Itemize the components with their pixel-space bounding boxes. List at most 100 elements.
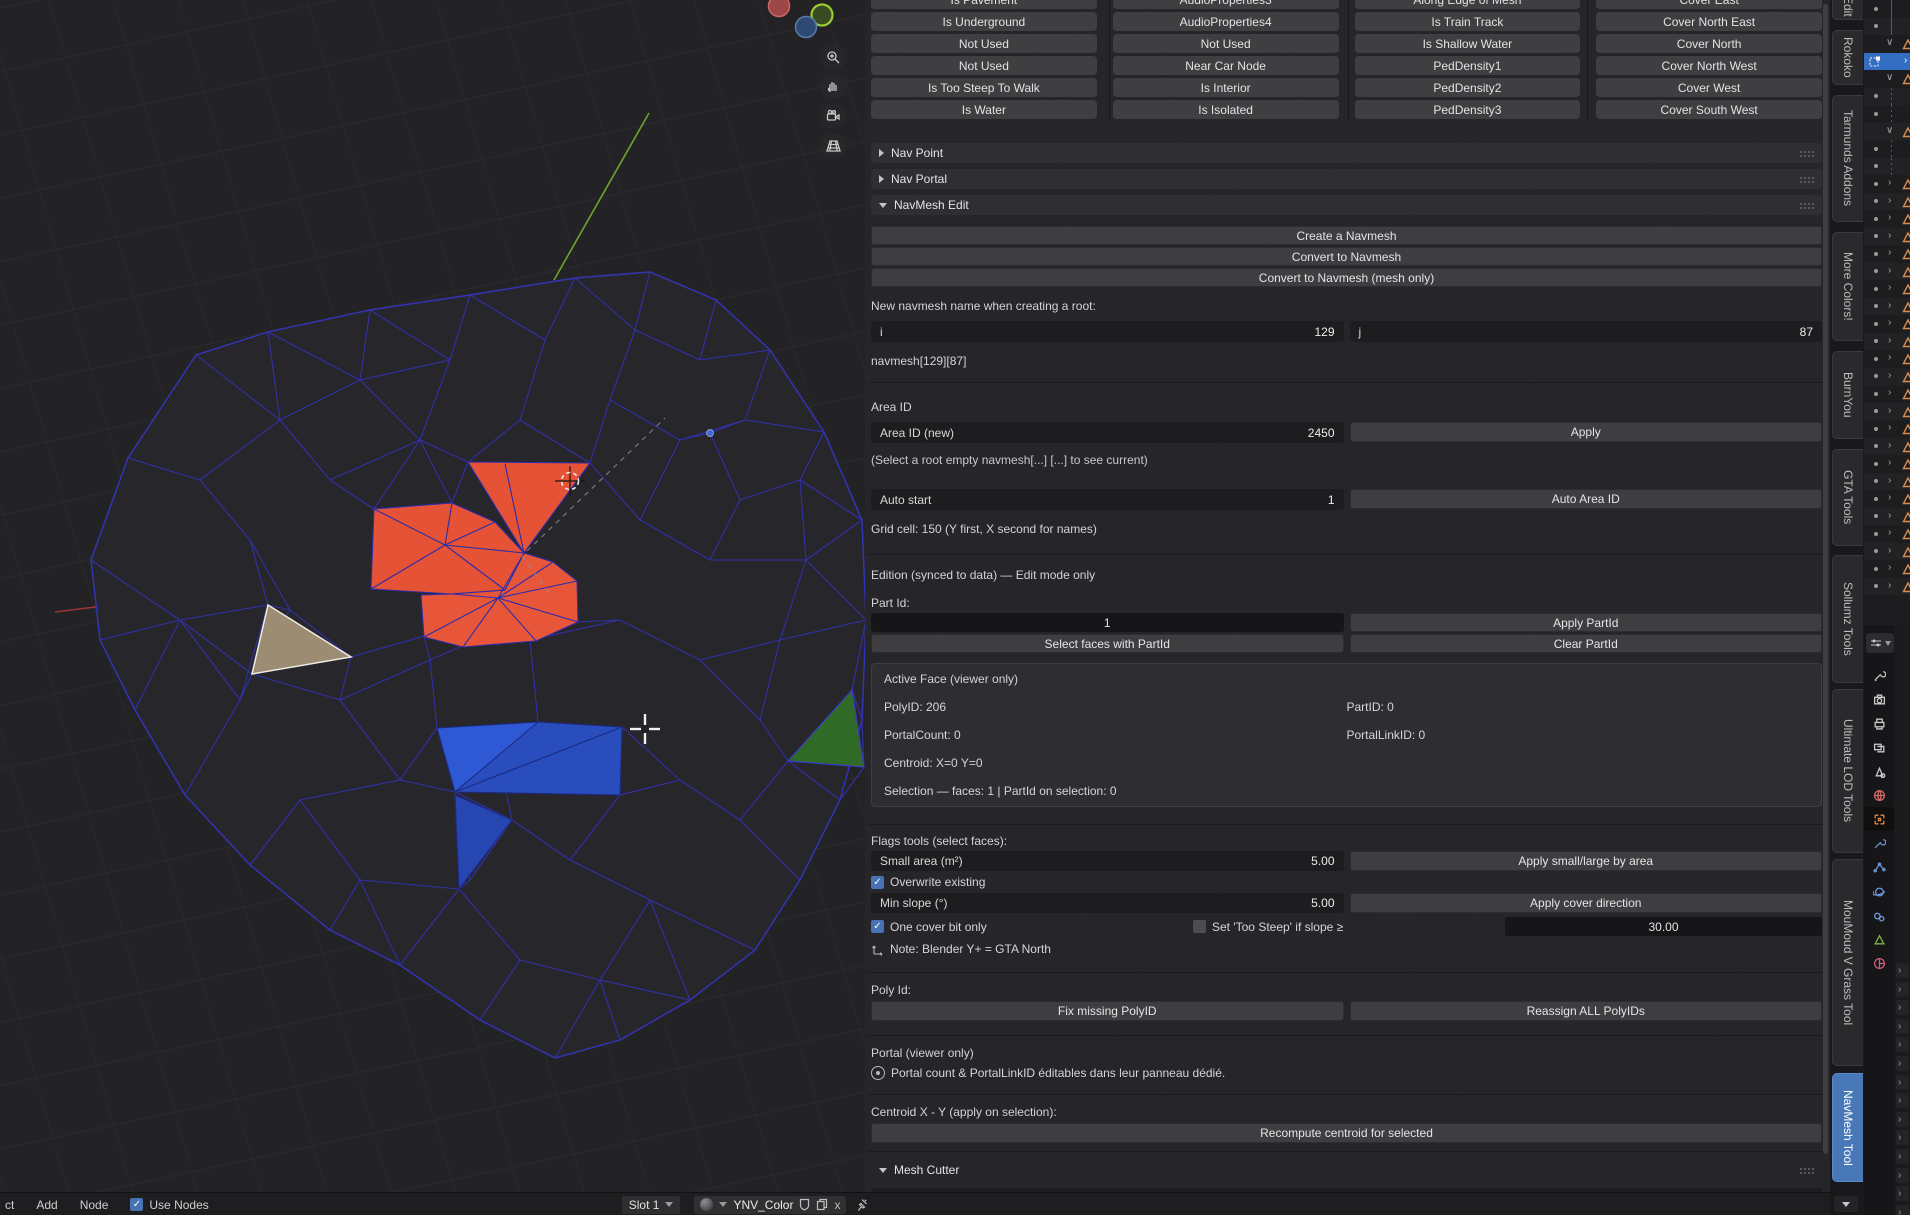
outliner-row[interactable]: › xyxy=(1864,473,1910,491)
collapsed-panel-chevron[interactable]: › xyxy=(1896,1149,1909,1164)
flag-button[interactable]: PedDensity3 xyxy=(1355,100,1581,120)
one-cover-bit-checkbox[interactable]: ✓ One cover bit only xyxy=(871,920,1187,934)
panel-header-mesh-cutter[interactable]: Mesh Cutter xyxy=(871,1160,1822,1180)
material-name[interactable]: YNV_Color xyxy=(733,1198,793,1212)
flag-button[interactable]: Is Pavement xyxy=(871,0,1097,10)
mesh-data-icon[interactable] xyxy=(1864,927,1894,951)
outliner-row[interactable] xyxy=(1864,18,1910,36)
apply-small-large-button[interactable]: Apply small/large by area xyxy=(1350,851,1823,871)
apply-area-id-button[interactable]: Apply xyxy=(1350,422,1823,442)
particles-icon[interactable] xyxy=(1864,855,1894,879)
panel-header-navmesh-edit[interactable]: NavMesh Edit xyxy=(871,195,1822,215)
outliner-row[interactable]: › xyxy=(1864,490,1910,508)
flag-button[interactable]: Cover North East xyxy=(1596,12,1822,32)
flag-button[interactable]: AudioProperties4 xyxy=(1113,12,1339,32)
flag-button[interactable]: Is Interior xyxy=(1113,78,1339,98)
outliner-row[interactable]: › xyxy=(1864,578,1910,596)
sidebar-tab-gta-tools[interactable]: GTA Tools xyxy=(1832,449,1863,546)
slot-dropdown[interactable]: Slot 1 xyxy=(621,1195,682,1215)
flag-button[interactable]: AudioProperties3 xyxy=(1113,0,1339,10)
auto-start-field[interactable]: Auto start 1 xyxy=(871,489,1344,510)
outliner-row[interactable]: › xyxy=(1864,525,1910,543)
sidebar-tab-rokoko[interactable]: Rokoko xyxy=(1832,30,1863,85)
modifiers-wrench-icon[interactable] xyxy=(1864,831,1894,855)
object-icon[interactable] xyxy=(1864,807,1894,831)
collapsed-panel-chevron[interactable]: › xyxy=(1896,1037,1909,1052)
collapsed-panel-chevron[interactable]: › xyxy=(1896,1186,1909,1201)
camera-view-icon[interactable] xyxy=(820,103,846,129)
node-menu[interactable]: Node xyxy=(80,1198,109,1212)
too-steep-value-field[interactable]: 30.00 xyxy=(1505,917,1822,936)
outliner-row[interactable]: › xyxy=(1864,263,1910,281)
panel-header-nav-portal[interactable]: Nav Portal xyxy=(871,169,1822,189)
physics-icon[interactable] xyxy=(1864,879,1894,903)
tool-icon[interactable] xyxy=(1864,663,1894,687)
outliner-row[interactable]: › xyxy=(1864,508,1910,526)
collapsed-panel-chevron[interactable]: › xyxy=(1896,1056,1909,1071)
collapsed-panel-chevron[interactable]: › xyxy=(1896,1168,1909,1183)
material-icon[interactable] xyxy=(1864,951,1894,975)
toggle-ortho-grid-icon[interactable] xyxy=(820,133,846,159)
outliner-row[interactable]: › xyxy=(1864,193,1910,211)
outliner-row[interactable] xyxy=(1864,0,1910,18)
outliner-row[interactable] xyxy=(1864,88,1910,106)
constraints-icon[interactable] xyxy=(1864,903,1894,927)
outliner-row[interactable]: › xyxy=(1864,420,1910,438)
drag-grip-icon[interactable] xyxy=(1799,150,1814,157)
zoom-icon[interactable] xyxy=(820,44,846,70)
outliner-row[interactable]: › xyxy=(1864,403,1910,421)
convert-to-navmesh-mesh-only-button[interactable]: Convert to Navmesh (mesh only) xyxy=(871,268,1822,287)
outliner-row[interactable]: › xyxy=(1864,543,1910,561)
outliner-row[interactable]: › xyxy=(1864,280,1910,298)
pan-hand-icon[interactable] xyxy=(820,73,846,99)
flag-button[interactable]: PedDensity1 xyxy=(1355,56,1581,76)
collapsed-panel-chevron[interactable]: › xyxy=(1896,1130,1909,1145)
drag-grip-icon[interactable] xyxy=(1799,1167,1814,1174)
flag-button[interactable]: Is Isolated xyxy=(1113,100,1339,120)
overwrite-existing-checkbox[interactable]: ✓ Overwrite existing xyxy=(871,875,1822,889)
sidebar-tab-sollumz-tools[interactable]: Sollumz Tools xyxy=(1832,555,1863,683)
outliner-row[interactable]: › xyxy=(1864,228,1910,246)
panel-header-nav-point[interactable]: Nav Point xyxy=(871,143,1822,163)
sidebar-tab-ultimate-lod-tools[interactable]: Ultimate LOD Tools xyxy=(1832,689,1863,853)
j-number-field[interactable]: j 87 xyxy=(1350,321,1823,342)
sidebar-tab-moumoud-v-grass-tool[interactable]: MouMoud V Grass Tool xyxy=(1832,859,1863,1066)
fake-user-shield-icon[interactable] xyxy=(799,1198,810,1211)
outliner-row[interactable]: › xyxy=(1864,175,1910,193)
collapsed-panel-chevron[interactable]: › xyxy=(1896,982,1909,997)
outliner-row[interactable]: › xyxy=(1864,245,1910,263)
flag-button[interactable]: Is Shallow Water xyxy=(1355,34,1581,54)
outliner-row[interactable] xyxy=(1864,105,1910,123)
flag-button[interactable]: Cover East xyxy=(1596,0,1822,10)
sidebar-tab-navmesh-tool[interactable]: NavMesh Tool xyxy=(1832,1073,1863,1182)
outliner-row[interactable]: › xyxy=(1864,350,1910,368)
render-icon[interactable] xyxy=(1864,687,1894,711)
collapsed-panel-chevron[interactable]: › xyxy=(1896,1019,1909,1034)
truncated-menu-label[interactable]: ct xyxy=(5,1198,14,1212)
outliner-row[interactable]: › xyxy=(1864,368,1910,386)
collapsed-panel-chevron[interactable]: › xyxy=(1896,963,1909,978)
flag-button[interactable]: Along Edge of Mesh xyxy=(1355,0,1581,10)
min-slope-field[interactable]: Min slope (°) 5.00 xyxy=(871,893,1344,913)
collapsed-panel-chevron[interactable]: › xyxy=(1896,1093,1909,1108)
outliner-row[interactable]: ∨ xyxy=(1864,35,1910,53)
reassign-all-polyids-button[interactable]: Reassign ALL PolyIDs xyxy=(1350,1001,1823,1021)
too-steep-checkbox[interactable]: Set 'Too Steep' if slope ≥ xyxy=(1193,920,1499,934)
flag-button[interactable]: Not Used xyxy=(871,56,1097,76)
scene-icon[interactable] xyxy=(1864,759,1894,783)
outliner-row[interactable]: › xyxy=(1864,315,1910,333)
drag-grip-icon[interactable] xyxy=(1799,202,1814,209)
sidebar-tab-edit[interactable]: Edit xyxy=(1832,0,1863,20)
output-icon[interactable] xyxy=(1864,711,1894,735)
small-area-field[interactable]: Small area (m²) 5.00 xyxy=(871,851,1344,871)
outliner-row[interactable]: › xyxy=(1864,333,1910,351)
collapsed-panel-chevron[interactable]: › xyxy=(1896,1112,1909,1127)
outliner-row[interactable]: › xyxy=(1864,298,1910,316)
outliner-row[interactable] xyxy=(1864,140,1910,158)
sidebar-tab-tarmunds-addons[interactable]: Tarmunds Addons xyxy=(1832,95,1863,222)
outliner-row[interactable] xyxy=(1864,158,1910,176)
drag-grip-icon[interactable] xyxy=(1799,176,1814,183)
collapsed-panel-chevron[interactable]: › xyxy=(1896,1205,1909,1215)
add-menu[interactable]: Add xyxy=(36,1198,57,1212)
apply-partid-button[interactable]: Apply PartId xyxy=(1350,613,1823,632)
